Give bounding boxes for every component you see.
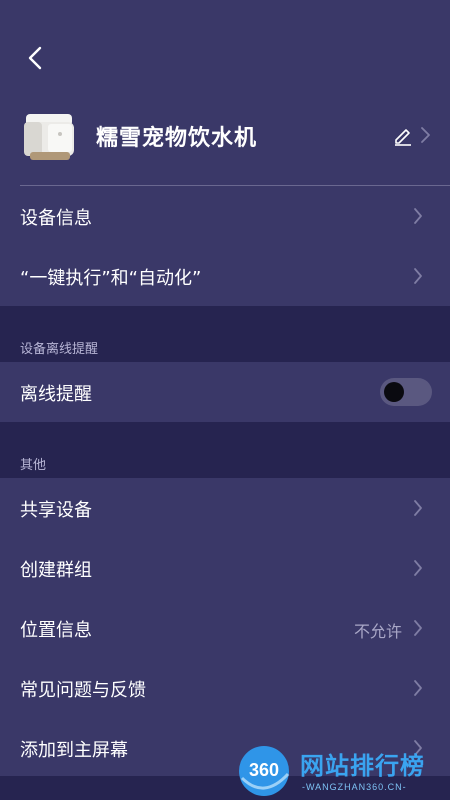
device-name: 糯雪宠物饮水机 [96,126,258,151]
row-label: 离线提醒 [20,384,92,405]
row-label: 添加到主屏幕 [20,740,128,761]
chevron-right-icon [414,620,422,636]
watermark-subtitle: -WANGZHAN360.CN- [302,782,407,792]
chevron-right-icon [414,208,422,224]
chevron-right-icon [414,500,422,516]
location-status-value: 不允许 [353,622,402,641]
section-title: 其他 [20,458,47,473]
chevron-right-icon [414,560,422,576]
chevron-right-icon [414,268,422,284]
row-label: 常见问题与反馈 [20,680,146,701]
create-group-row[interactable]: 创建群组 [0,538,450,598]
offline-section-header: 设备离线提醒 [0,306,450,362]
faq-feedback-row[interactable]: 常见问题与反馈 [0,658,450,718]
toggle-knob [384,382,404,402]
chevron-left-icon [28,46,42,70]
row-label: 位置信息 [20,620,92,641]
other-section-header: 其他 [0,422,450,478]
device-settings-screen: 糯雪宠物饮水机 设备信息 “一键执行”和“自动化” 设备离线提醒 离线提醒 其他… [0,0,450,800]
offline-reminder-toggle[interactable] [380,378,432,406]
share-device-row[interactable]: 共享设备 [0,478,450,538]
offline-reminder-row: 离线提醒 [0,362,450,422]
device-title-row[interactable]: 糯雪宠物饮水机 [0,100,450,172]
automation-row[interactable]: “一键执行”和“自动化” [0,246,450,306]
pet-water-dispenser-image [24,114,74,160]
back-button[interactable] [20,38,52,78]
chevron-right-icon [414,680,422,696]
location-info-row[interactable]: 位置信息 不允许 [0,598,450,658]
header-area: 糯雪宠物饮水机 [0,0,450,186]
watermark-logo-text: 360 [248,760,280,780]
watermark-title: 网站排行榜 [300,752,425,780]
section-title: 设备离线提醒 [20,342,99,357]
row-label: 创建群组 [20,560,92,581]
watermark: 360 网站排行榜 -WANGZHAN360.CN- [236,742,446,800]
pencil-icon[interactable] [392,124,414,146]
row-label: “一键执行”和“自动化” [20,268,202,289]
row-label: 设备信息 [20,208,92,229]
chevron-right-icon [421,127,430,143]
row-label: 共享设备 [20,500,92,521]
device-info-row[interactable]: 设备信息 [0,186,450,246]
